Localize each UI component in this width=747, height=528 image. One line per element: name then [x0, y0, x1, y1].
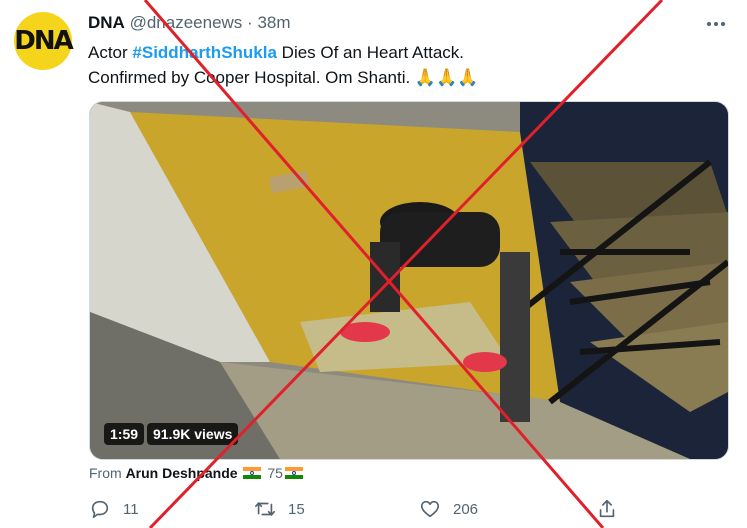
- reply-icon: [91, 500, 109, 519]
- share-icon: [599, 499, 615, 518]
- share-button[interactable]: [596, 498, 618, 520]
- tweet-actions-bar: 11 15 206: [0, 498, 747, 524]
- source-user-suffix: 75: [267, 465, 283, 481]
- avatar[interactable]: DNA: [14, 12, 74, 70]
- author-handle[interactable]: @dnazeenews: [130, 13, 243, 32]
- video-views-badge: 91.9K views: [147, 423, 239, 445]
- india-flag-icon: [284, 467, 303, 479]
- more-options-icon[interactable]: [705, 13, 727, 41]
- reply-button[interactable]: 11: [89, 498, 139, 520]
- timestamp[interactable]: 38m: [257, 13, 290, 32]
- reply-count: 11: [123, 500, 139, 518]
- like-button[interactable]: 206: [419, 498, 478, 520]
- video-source-attribution: From Arun Deshpande 75: [89, 465, 305, 481]
- tweet-text-line-2: Confirmed by Cooper Hospital. Om Shanti.…: [88, 68, 479, 87]
- video-frame: [90, 102, 728, 459]
- retweet-count: 15: [288, 500, 305, 518]
- video-duration-badge: 1:59: [104, 423, 145, 445]
- retweet-icon: [255, 502, 275, 516]
- india-flag-icon: [243, 467, 262, 479]
- from-prefix: From: [89, 465, 126, 481]
- tweet-header: DNA @dnazeenews · 38m: [88, 13, 291, 33]
- source-user-link[interactable]: Arun Deshpande: [126, 465, 238, 481]
- separator-dot: ·: [247, 13, 253, 32]
- tweet-text-line-1: Actor #SiddharthShukla Dies Of an Heart …: [88, 40, 708, 65]
- tweet[interactable]: DNA DNA @dnazeenews · 38m Actor #Siddhar…: [0, 0, 747, 528]
- avatar-logo-text: DNA: [14, 26, 73, 56]
- tweet-text-suffix: Dies Of an Heart Attack.: [276, 43, 465, 62]
- author-name[interactable]: DNA: [88, 13, 125, 32]
- hashtag-link[interactable]: #SiddharthShukla: [132, 43, 277, 62]
- tweet-text-prefix: Actor: [88, 43, 133, 62]
- video-player[interactable]: [89, 101, 729, 460]
- like-count: 206: [453, 500, 479, 518]
- retweet-button[interactable]: 15: [254, 498, 305, 520]
- tweet-text: Actor #SiddharthShukla Dies Of an Heart …: [88, 40, 708, 90]
- heart-icon: [420, 500, 440, 518]
